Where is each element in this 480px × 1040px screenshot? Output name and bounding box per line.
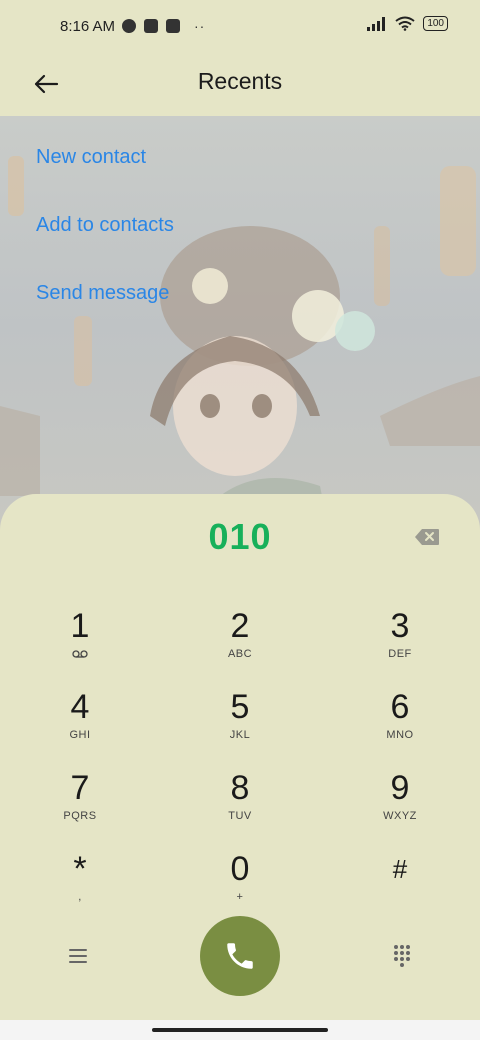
- key-letters: GHI: [69, 729, 91, 741]
- upload-icon: [166, 19, 180, 33]
- battery-icon: 100: [423, 16, 448, 31]
- status-time: 8:16 AM: [60, 18, 116, 35]
- key-digit: 4: [70, 688, 90, 726]
- notification-app-icon: [122, 19, 136, 33]
- voicemail-icon: [72, 650, 88, 658]
- signal-icon: [367, 16, 386, 31]
- key-letters: TUV: [228, 810, 252, 822]
- dial-key-8[interactable]: 8 TUV: [180, 770, 300, 842]
- call-button[interactable]: [200, 916, 280, 996]
- key-letters: ABC: [227, 648, 253, 660]
- dial-key-0[interactable]: 0 +: [180, 851, 300, 923]
- key-digit: 0: [230, 850, 250, 888]
- home-gesture-handle[interactable]: [152, 1028, 328, 1032]
- system-nav-bar: [0, 1020, 480, 1040]
- key-letters: +: [236, 891, 244, 903]
- page-title: Recents: [197, 68, 283, 94]
- phone-icon: [227, 943, 253, 969]
- key-digit: 5: [230, 688, 250, 726]
- more-notifications-icon: ··: [194, 18, 206, 34]
- wifi-icon: [395, 16, 415, 31]
- app-header: Recents: [0, 56, 480, 116]
- add-to-contacts-link[interactable]: Add to contacts: [36, 214, 174, 237]
- dial-key-3[interactable]: 3 DEF: [340, 608, 460, 680]
- dial-key-4[interactable]: 4 GHI: [20, 689, 140, 761]
- backspace-icon[interactable]: [414, 528, 440, 546]
- dial-key-hash[interactable]: #: [340, 851, 460, 923]
- new-contact-link[interactable]: New contact: [36, 146, 174, 169]
- dialpad-toggle-icon[interactable]: [392, 944, 412, 968]
- dial-key-7[interactable]: 7 PQRS: [20, 770, 140, 842]
- wallpaper-area: New contact Add to contacts Send message: [0, 116, 480, 536]
- dialpad-panel: 010 1 2 ABC 3 DEF 4 GHI 5 JKL 6 MNO 7 PQ…: [0, 494, 480, 1020]
- key-letters: WXYZ: [383, 810, 417, 822]
- send-message-link[interactable]: Send message: [36, 282, 174, 305]
- dial-key-9[interactable]: 9 WXYZ: [340, 770, 460, 842]
- key-digit: 7: [70, 769, 90, 807]
- key-letters: MNO: [386, 729, 414, 741]
- key-letters: DEF: [388, 648, 412, 660]
- status-right: 100: [367, 16, 448, 31]
- status-bar: 8:16 AM ·· 100: [0, 0, 480, 56]
- key-digit: 3: [390, 607, 410, 645]
- key-digit: 1: [70, 607, 90, 645]
- key-letters: JKL: [229, 729, 251, 741]
- key-digit: *: [73, 850, 87, 888]
- dial-key-6[interactable]: 6 MNO: [340, 689, 460, 761]
- menu-icon[interactable]: [66, 944, 90, 968]
- notification-square-icon: [144, 19, 158, 33]
- dial-key-star[interactable]: * ,: [20, 851, 140, 923]
- key-letters: ,: [78, 891, 82, 903]
- notification-icons: ··: [122, 18, 205, 34]
- key-digit: 6: [390, 688, 410, 726]
- dial-key-1[interactable]: 1: [20, 608, 140, 680]
- dial-key-2[interactable]: 2 ABC: [180, 608, 300, 680]
- key-letters: PQRS: [63, 810, 97, 822]
- key-digit: 9: [390, 769, 410, 807]
- dialed-number[interactable]: 010: [0, 516, 480, 558]
- key-digit: 8: [230, 769, 250, 807]
- contact-actions: New contact Add to contacts Send message: [36, 146, 174, 350]
- key-digit: 2: [230, 607, 250, 645]
- key-digit: #: [392, 854, 408, 884]
- dial-key-5[interactable]: 5 JKL: [180, 689, 300, 761]
